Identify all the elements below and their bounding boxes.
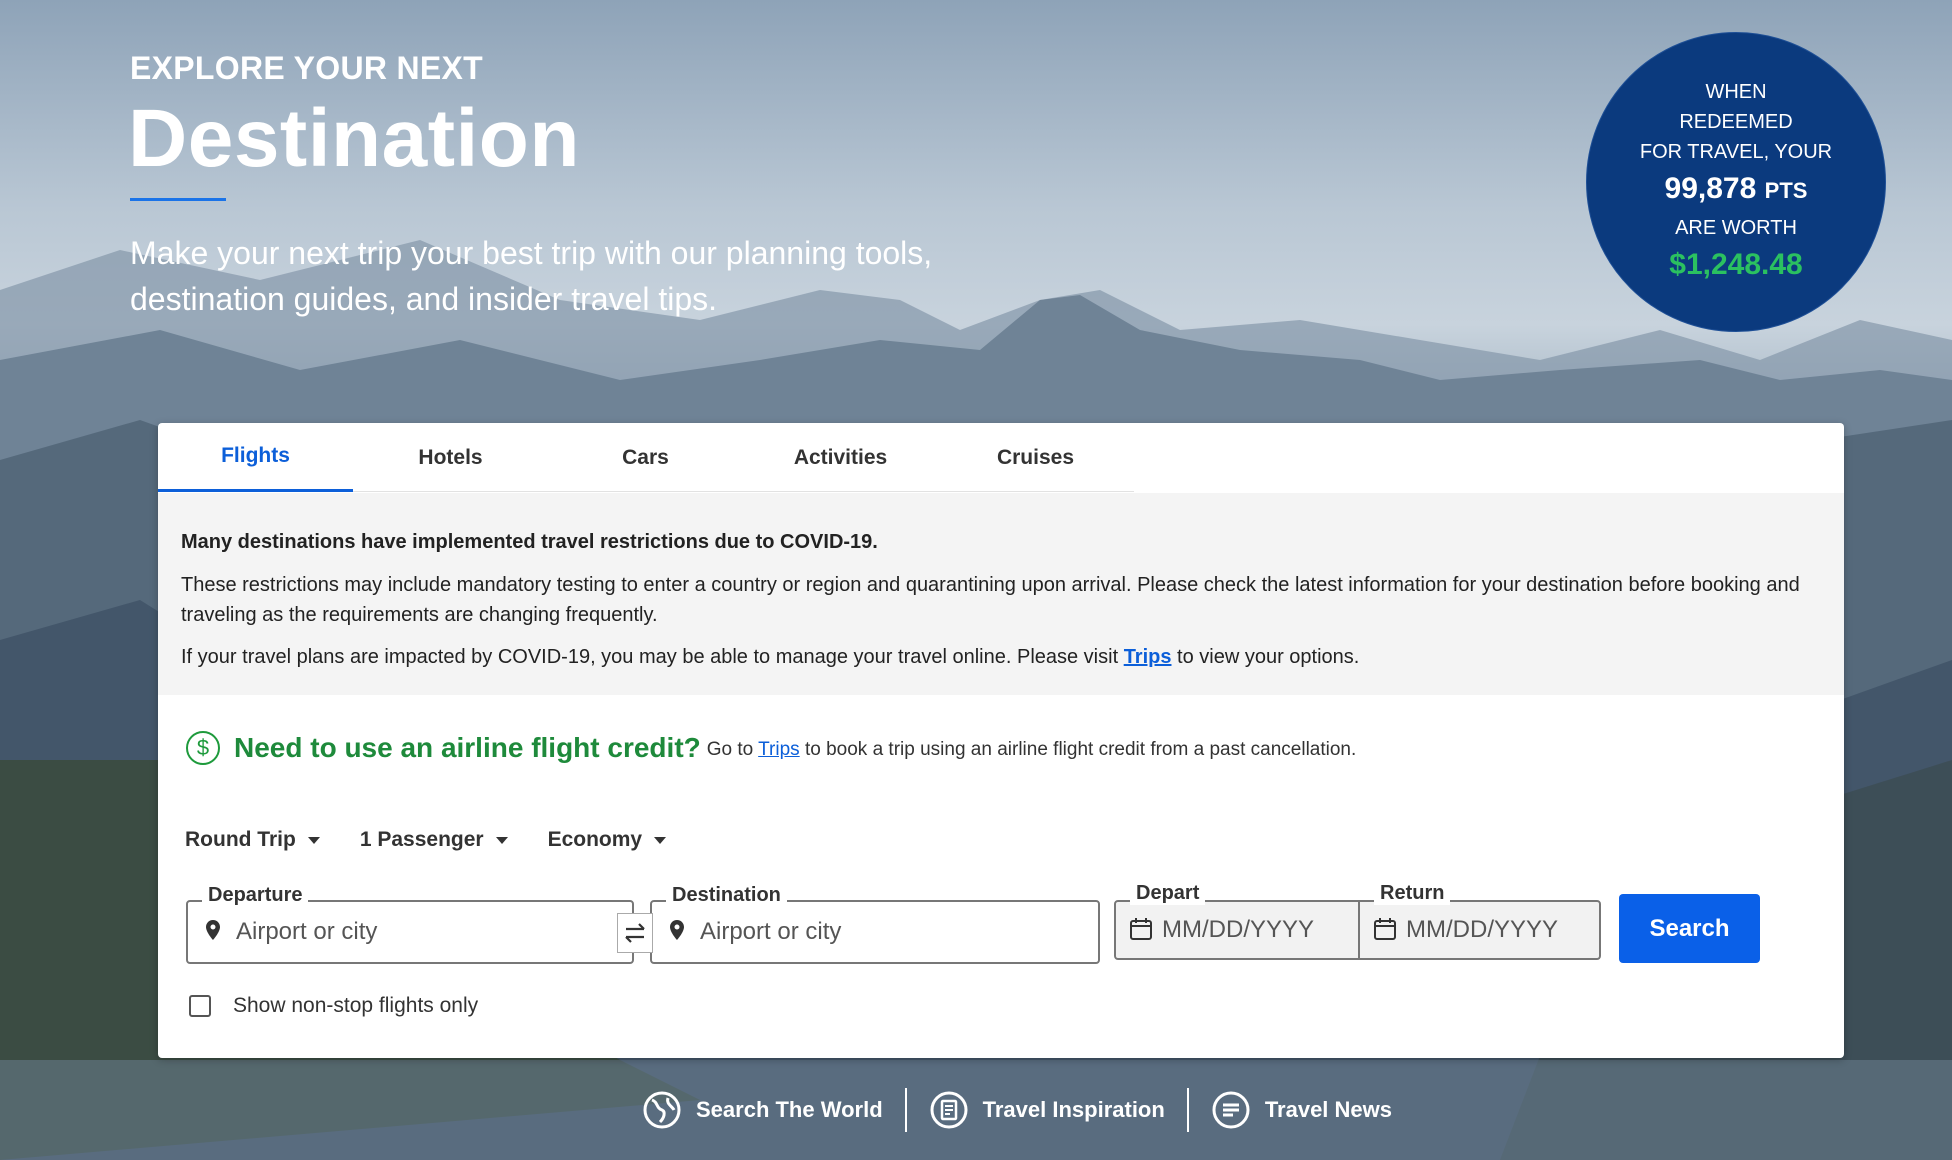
- credit-trips-link[interactable]: Trips: [758, 739, 800, 760]
- points-unit: PTS: [1764, 178, 1808, 203]
- notice-paragraph-2: If your travel plans are impacted by COV…: [181, 642, 1821, 672]
- tab-cruises[interactable]: Cruises: [938, 423, 1133, 492]
- badge-line-2: REDEEMED: [1679, 111, 1793, 133]
- points-value: 99,878: [1664, 172, 1757, 205]
- news-icon: [1212, 1091, 1250, 1129]
- trip-type-dropdown[interactable]: Round Trip: [185, 828, 320, 852]
- depart-label: Depart: [1130, 882, 1206, 905]
- return-date-input[interactable]: [1406, 912, 1596, 948]
- badge-points: 99,878 PTS: [1665, 167, 1808, 213]
- date-divider: [1358, 902, 1360, 958]
- search-card: Flights Hotels Cars Activities Cruises M…: [158, 423, 1844, 1058]
- return-label: Return: [1374, 882, 1451, 905]
- badge-value: $1,248.48: [1669, 248, 1803, 281]
- credit-text: Go to Trips to book a trip using an airl…: [707, 739, 1357, 761]
- notice-trips-link[interactable]: Trips: [1124, 646, 1172, 668]
- nonstop-checkbox[interactable]: [189, 995, 211, 1017]
- departure-label: Departure: [202, 884, 309, 907]
- travel-news-link[interactable]: Travel News: [1189, 1090, 1414, 1130]
- notice-text-before: If your travel plans are impacted by COV…: [181, 646, 1124, 668]
- search-the-world-link[interactable]: Search The World: [620, 1090, 905, 1130]
- depart-date-input[interactable]: [1162, 912, 1352, 948]
- notice-paragraph-1: These restrictions may include mandatory…: [181, 574, 1800, 626]
- hero-subtitle-line-2: destination guides, and insider travel t…: [130, 281, 718, 317]
- hero-kicker: EXPLORE YOUR NEXT: [130, 50, 484, 86]
- badge-line-4: ARE WORTH: [1675, 217, 1797, 239]
- calendar-icon: [1374, 918, 1396, 940]
- globe-icon: [643, 1091, 681, 1129]
- credit-text-before: Go to: [706, 739, 759, 760]
- tab-activities[interactable]: Activities: [743, 423, 938, 492]
- trip-type-value: Round Trip: [185, 828, 296, 851]
- notice-title: Many destinations have implemented trave…: [181, 531, 878, 553]
- bottom-links: Search The World Travel Inspiration Trav…: [620, 1088, 1414, 1132]
- caret-down-icon: [307, 836, 320, 844]
- location-pin-icon: [206, 920, 220, 940]
- booking-tabs: Flights Hotels Cars Activities Cruises: [158, 423, 1134, 492]
- badge-line-1: WHEN: [1705, 81, 1767, 103]
- hero-subtitle: Make your next trip your best trip with …: [130, 230, 1030, 322]
- tab-cars[interactable]: Cars: [548, 423, 743, 492]
- destination-label: Destination: [666, 884, 787, 907]
- credit-heading: Need to use an airline flight credit?: [234, 732, 701, 763]
- badge-line-3: FOR TRAVEL, YOUR: [1639, 141, 1833, 163]
- dollar-circle-icon: $: [186, 731, 220, 765]
- nonstop-label: Show non-stop flights only: [233, 994, 479, 1017]
- notice-text-after: to view your options.: [1171, 646, 1360, 668]
- passengers-dropdown[interactable]: 1 Passenger: [360, 828, 508, 852]
- departure-field: Departure: [186, 884, 634, 964]
- flight-credit-banner: $ Need to use an airline flight credit? …: [186, 731, 1356, 765]
- travel-inspiration-label: Travel Inspiration: [982, 1097, 1165, 1122]
- caret-down-icon: [495, 836, 508, 844]
- swap-locations-button[interactable]: [617, 913, 653, 953]
- passengers-value: 1 Passenger: [359, 828, 484, 851]
- cabin-value: Economy: [547, 828, 643, 851]
- destination-field: Destination: [650, 884, 1100, 964]
- points-badge: WHEN REDEEMED FOR TRAVEL, YOUR 99,878 PT…: [1586, 32, 1886, 332]
- destination-input[interactable]: [700, 914, 1060, 950]
- tab-flights[interactable]: Flights: [158, 423, 353, 492]
- hero-divider: [130, 198, 226, 201]
- trip-options: Round Trip 1 Passenger Economy: [185, 828, 667, 852]
- hero-title: Destination: [128, 93, 580, 184]
- search-button[interactable]: Search: [1619, 894, 1760, 963]
- cabin-dropdown[interactable]: Economy: [548, 828, 667, 852]
- travel-news-label: Travel News: [1264, 1097, 1392, 1122]
- departure-input[interactable]: [236, 914, 596, 950]
- hero-subtitle-line-1: Make your next trip your best trip with …: [130, 235, 933, 271]
- caret-down-icon: [654, 836, 667, 844]
- tab-hotels[interactable]: Hotels: [353, 423, 548, 492]
- guidebook-icon: [930, 1091, 968, 1129]
- search-the-world-label: Search The World: [696, 1097, 883, 1122]
- travel-inspiration-link[interactable]: Travel Inspiration: [907, 1090, 1187, 1130]
- nonstop-option: Show non-stop flights only: [189, 994, 478, 1018]
- calendar-icon: [1130, 918, 1152, 940]
- swap-arrows-icon: [625, 923, 645, 943]
- location-pin-icon: [670, 920, 684, 940]
- credit-text-after: to book a trip using an airline flight c…: [799, 739, 1357, 760]
- covid-notice: Many destinations have implemented trave…: [158, 493, 1844, 695]
- date-range-field: Depart Return: [1114, 882, 1601, 960]
